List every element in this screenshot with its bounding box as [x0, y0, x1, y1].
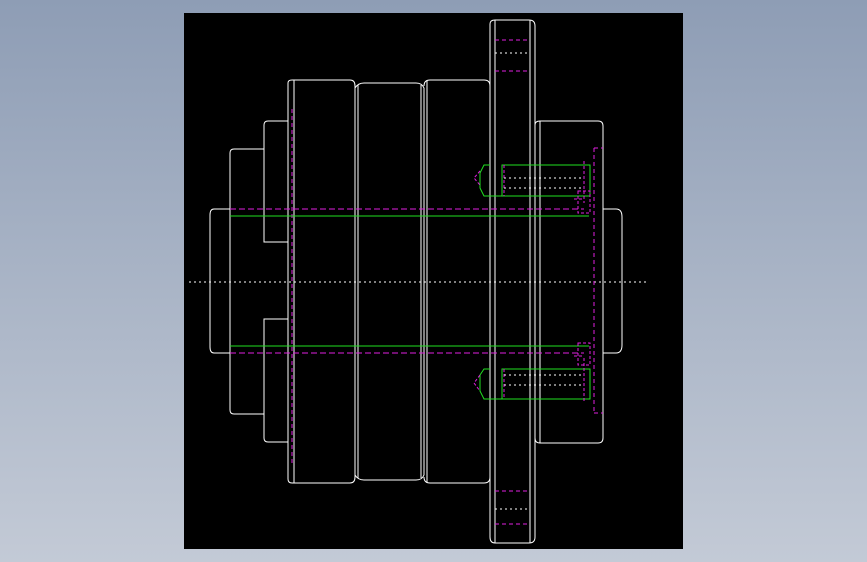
hub-step-lower — [263, 318, 288, 443]
cad-drawing-viewport[interactable] — [184, 13, 683, 549]
hidden-right-bracket — [594, 147, 603, 414]
left-shaft-stub — [209, 208, 230, 354]
bolt-upper — [473, 161, 591, 214]
coupling-drawing — [189, 19, 646, 544]
hub-step-upper — [263, 120, 288, 243]
flange-disc — [489, 19, 536, 544]
right-shaft-stub — [603, 208, 623, 354]
bolt-lower — [473, 342, 591, 403]
